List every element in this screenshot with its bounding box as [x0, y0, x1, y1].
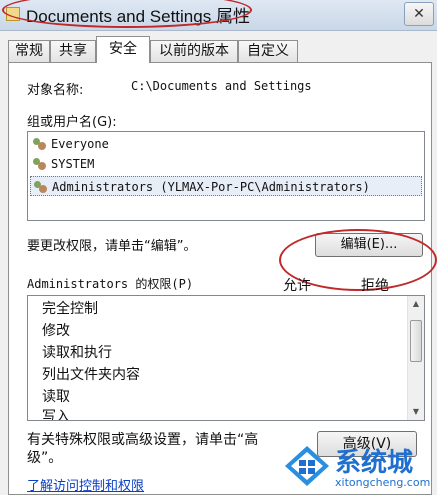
title-bar: Documents and Settings 属性 ✕: [0, 0, 437, 31]
tab-security[interactable]: 安全: [96, 36, 150, 63]
watermark-url: xitongcheng.com: [335, 476, 431, 489]
permissions-list[interactable]: 完全控制 修改 读取和执行 列出文件夹内容 读取 写入 ▲ ▼: [27, 295, 425, 421]
permission-row: 读取和执行: [42, 345, 112, 361]
tab-customize[interactable]: 自定义: [238, 40, 298, 62]
change-permissions-hint: 要更改权限，请单击“编辑”。: [27, 239, 197, 254]
security-panel: 对象名称: C:\Documents and Settings 组或用户名(G)…: [8, 62, 437, 495]
tab-sharing[interactable]: 共享: [50, 40, 96, 62]
permissions-label: Administrators 的权限(P): [27, 277, 194, 291]
scroll-thumb[interactable]: [410, 320, 422, 362]
scroll-up-icon[interactable]: ▲: [408, 296, 424, 312]
users-list[interactable]: Everyone SYSTEM Administrators (YLMAX-Po…: [27, 131, 425, 221]
list-item[interactable]: Administrators (YLMAX-Por-PC\Administrat…: [30, 176, 422, 196]
windows-logo-icon: [285, 446, 329, 486]
scroll-down-icon[interactable]: ▼: [408, 404, 424, 420]
watermark: 系统城 xitongcheng.com: [283, 442, 433, 494]
list-item[interactable]: SYSTEM: [32, 154, 94, 174]
advanced-hint-line1: 有关特殊权限或高级设置，请单击“高: [27, 432, 259, 448]
watermark-text: 系统城: [335, 448, 414, 478]
tab-previous-versions[interactable]: 以前的版本: [150, 40, 238, 62]
list-item[interactable]: Everyone: [32, 134, 109, 154]
deny-header: 拒绝: [361, 278, 389, 294]
close-button[interactable]: ✕: [404, 2, 434, 26]
object-name-label: 对象名称:: [27, 83, 84, 98]
permission-row: 列出文件夹内容: [42, 367, 140, 383]
permission-row: 修改: [42, 323, 70, 339]
allow-header: 允许: [283, 278, 311, 294]
user-group-icon: [32, 157, 48, 172]
learn-access-control-link[interactable]: 了解访问控制和权限: [27, 475, 144, 494]
groups-label: 组或用户名(G):: [27, 115, 117, 130]
advanced-hint-line2: 级”。: [27, 450, 63, 466]
object-name-value: C:\Documents and Settings: [131, 79, 312, 93]
permission-row: 完全控制: [42, 301, 98, 317]
permission-row: 读取: [42, 389, 70, 405]
permission-row: 写入: [42, 409, 70, 421]
tab-general[interactable]: 常规: [8, 40, 50, 62]
user-group-icon: [33, 180, 49, 195]
permissions-scrollbar[interactable]: ▲ ▼: [407, 296, 424, 420]
user-group-icon: [32, 137, 48, 152]
